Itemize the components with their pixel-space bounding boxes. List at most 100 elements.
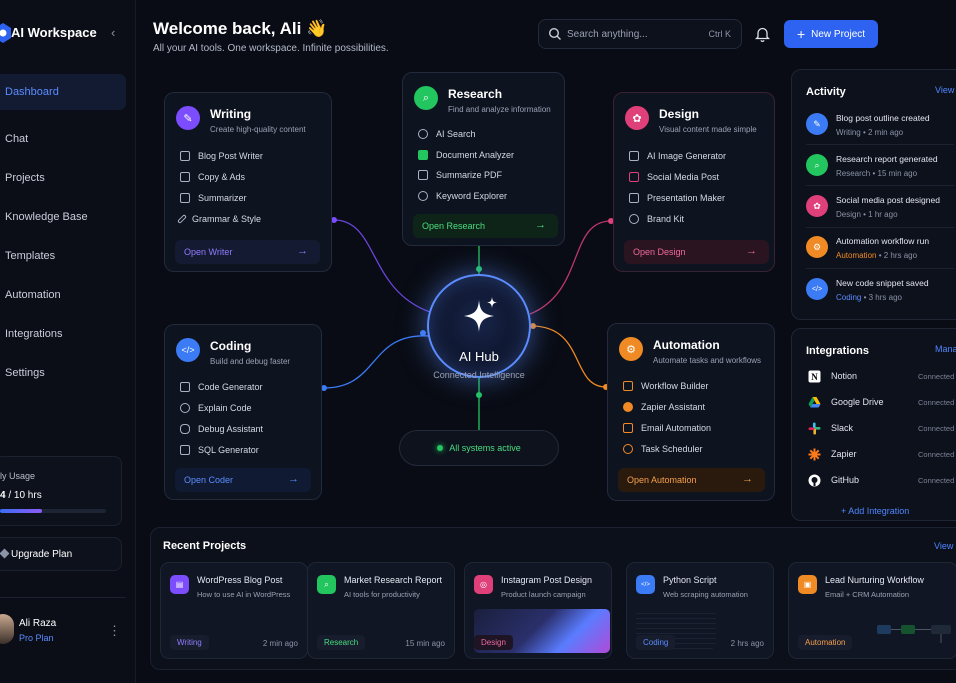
- tool-item[interactable]: Task Scheduler: [623, 444, 703, 454]
- open-automation-button[interactable]: Open Automation →: [618, 468, 765, 492]
- tool-item[interactable]: Blog Post Writer: [180, 151, 263, 161]
- ai-hub[interactable]: AI Hub: [427, 274, 531, 378]
- tool-item[interactable]: AI Image Generator: [629, 151, 726, 161]
- research-card: ⌕ Research Find and analyze information …: [402, 72, 565, 246]
- code-icon: </>: [806, 278, 828, 300]
- project-tag: Writing: [170, 635, 209, 650]
- collapse-sidebar-icon[interactable]: ‹: [111, 25, 115, 40]
- hub-title: AI Hub: [459, 349, 499, 364]
- tool-item[interactable]: Workflow Builder: [623, 381, 708, 391]
- tool-item[interactable]: Keyword Explorer: [418, 191, 507, 201]
- workflow-icon: ▣: [798, 575, 817, 594]
- integrations-panel: Integrations Mana N Notion Connected Goog…: [791, 328, 956, 521]
- brand-kit-icon: [629, 214, 639, 224]
- sidebar-item-dashboard[interactable]: Dashboard: [0, 74, 126, 110]
- arrow-right-icon: →: [535, 219, 546, 231]
- page-subtitle: All your AI tools. One workspace. Infini…: [153, 43, 389, 54]
- tool-item[interactable]: Email Automation: [623, 423, 711, 433]
- upgrade-plan-button[interactable]: Upgrade Plan: [0, 537, 122, 571]
- activity-title: Activity: [806, 86, 846, 98]
- integration-row[interactable]: Zapier Connected: [806, 447, 956, 463]
- bell-icon[interactable]: [755, 26, 770, 42]
- project-subtitle: Web scraping automation: [663, 590, 748, 599]
- tool-item[interactable]: Debug Assistant: [180, 424, 263, 434]
- integration-row[interactable]: Slack Connected: [806, 421, 956, 437]
- integration-row[interactable]: Google Drive Connected: [806, 395, 956, 411]
- diamond-icon: [0, 548, 10, 559]
- tool-item[interactable]: Code Generator: [180, 382, 263, 392]
- project-title: Lead Nurturing Workflow: [825, 575, 924, 585]
- document-icon: ▤: [170, 575, 189, 594]
- tool-item[interactable]: Explain Code: [180, 403, 252, 413]
- tool-item[interactable]: Document Analyzer: [418, 150, 514, 160]
- palette-icon: ✿: [625, 106, 649, 130]
- open-coder-button[interactable]: Open Coder →: [175, 468, 311, 492]
- image-icon: [629, 151, 639, 161]
- sidebar-item-integrations[interactable]: Integrations: [0, 316, 126, 352]
- manage-integrations-link[interactable]: Mana: [935, 344, 956, 354]
- project-title: Python Script: [663, 575, 717, 585]
- open-research-button[interactable]: Open Research →: [413, 214, 558, 238]
- sidebar-item-templates[interactable]: Templates: [0, 238, 126, 274]
- document-icon: [418, 150, 428, 160]
- tool-item[interactable]: Summarizer: [180, 193, 247, 203]
- research-subtitle: Find and analyze information: [448, 105, 551, 114]
- sidebar-item-chat[interactable]: Chat: [0, 121, 126, 157]
- coding-card: </> Coding Build and debug faster Code G…: [164, 324, 322, 500]
- project-card[interactable]: ◎ Instagram Post Design Product launch c…: [464, 562, 612, 659]
- tool-item[interactable]: Presentation Maker: [629, 193, 725, 203]
- recent-view-all-link[interactable]: View: [934, 541, 953, 551]
- integration-row[interactable]: N Notion Connected: [806, 369, 956, 385]
- project-card[interactable]: ▣ Lead Nurturing Workflow Email + CRM Au…: [788, 562, 956, 659]
- design-card: ✿ Design Visual content made simple AI I…: [613, 92, 775, 272]
- sidebar-item-projects[interactable]: Projects: [0, 160, 126, 196]
- search-icon: [418, 129, 428, 139]
- plus-icon: +: [796, 26, 806, 42]
- arrow-right-icon: →: [288, 473, 299, 485]
- search-icon: [548, 27, 561, 40]
- search-icon: ⌕: [806, 154, 828, 176]
- page-title: Welcome back, Ali 👋: [153, 19, 328, 38]
- tool-item[interactable]: AI Search: [418, 129, 476, 139]
- integration-row[interactable]: GitHub Connected: [806, 473, 956, 489]
- divider: [806, 144, 954, 145]
- activity-item-title: Social media post designed: [836, 195, 940, 205]
- activity-item-meta: Design • 1 hr ago: [836, 210, 898, 219]
- tool-item[interactable]: SQL Generator: [180, 445, 259, 455]
- zapier-icon: [623, 402, 633, 412]
- arrow-right-icon: →: [742, 473, 753, 485]
- project-card[interactable]: ⌕ Market Research Report AI tools for pr…: [307, 562, 455, 659]
- project-time: 2 hrs ago: [730, 639, 764, 648]
- coding-title: Coding: [210, 339, 252, 353]
- usage-label: ly Usage: [0, 471, 36, 481]
- activity-item-meta: Coding • 3 hrs ago: [836, 293, 902, 302]
- project-card[interactable]: ▤ WordPress Blog Post How to use AI in W…: [160, 562, 308, 659]
- tool-item[interactable]: Summarize PDF: [418, 170, 502, 180]
- pdf-icon: [418, 170, 428, 180]
- tool-item[interactable]: Social Media Post: [629, 172, 719, 182]
- activity-view-all-link[interactable]: View: [935, 85, 954, 95]
- presentation-icon: [629, 193, 639, 203]
- new-project-button[interactable]: + New Project: [784, 20, 878, 48]
- gear-icon: ⚙: [619, 337, 643, 361]
- sidebar-item-settings[interactable]: Settings: [0, 355, 126, 391]
- tool-item[interactable]: Grammar & Style: [177, 214, 261, 224]
- project-time: 2 min ago: [262, 639, 298, 648]
- search-input[interactable]: Search anything... Ctrl K: [538, 19, 742, 49]
- automation-card: ⚙ Automation Automate tasks and workflow…: [607, 323, 775, 501]
- tool-item[interactable]: Zapier Assistant: [623, 402, 705, 412]
- research-title: Research: [448, 87, 503, 101]
- tool-item[interactable]: Copy & Ads: [180, 172, 245, 182]
- sidebar-item-knowledge-base[interactable]: Knowledge Base: [0, 199, 126, 235]
- more-options-icon[interactable]: ⋮: [108, 623, 121, 639]
- avatar[interactable]: [0, 614, 14, 644]
- project-card[interactable]: </> Python Script Web scraping automatio…: [626, 562, 774, 659]
- pencil-icon: [177, 214, 187, 224]
- open-design-button[interactable]: Open Design →: [624, 240, 769, 264]
- activity-item-title: New code snippet saved: [836, 278, 929, 288]
- add-integration-link[interactable]: + Add Integration: [841, 506, 909, 516]
- open-writer-button[interactable]: Open Writer →: [175, 240, 320, 264]
- tool-item[interactable]: Brand Kit: [629, 214, 684, 224]
- sidebar-item-automation[interactable]: Automation: [0, 277, 126, 313]
- help-icon: [180, 403, 190, 413]
